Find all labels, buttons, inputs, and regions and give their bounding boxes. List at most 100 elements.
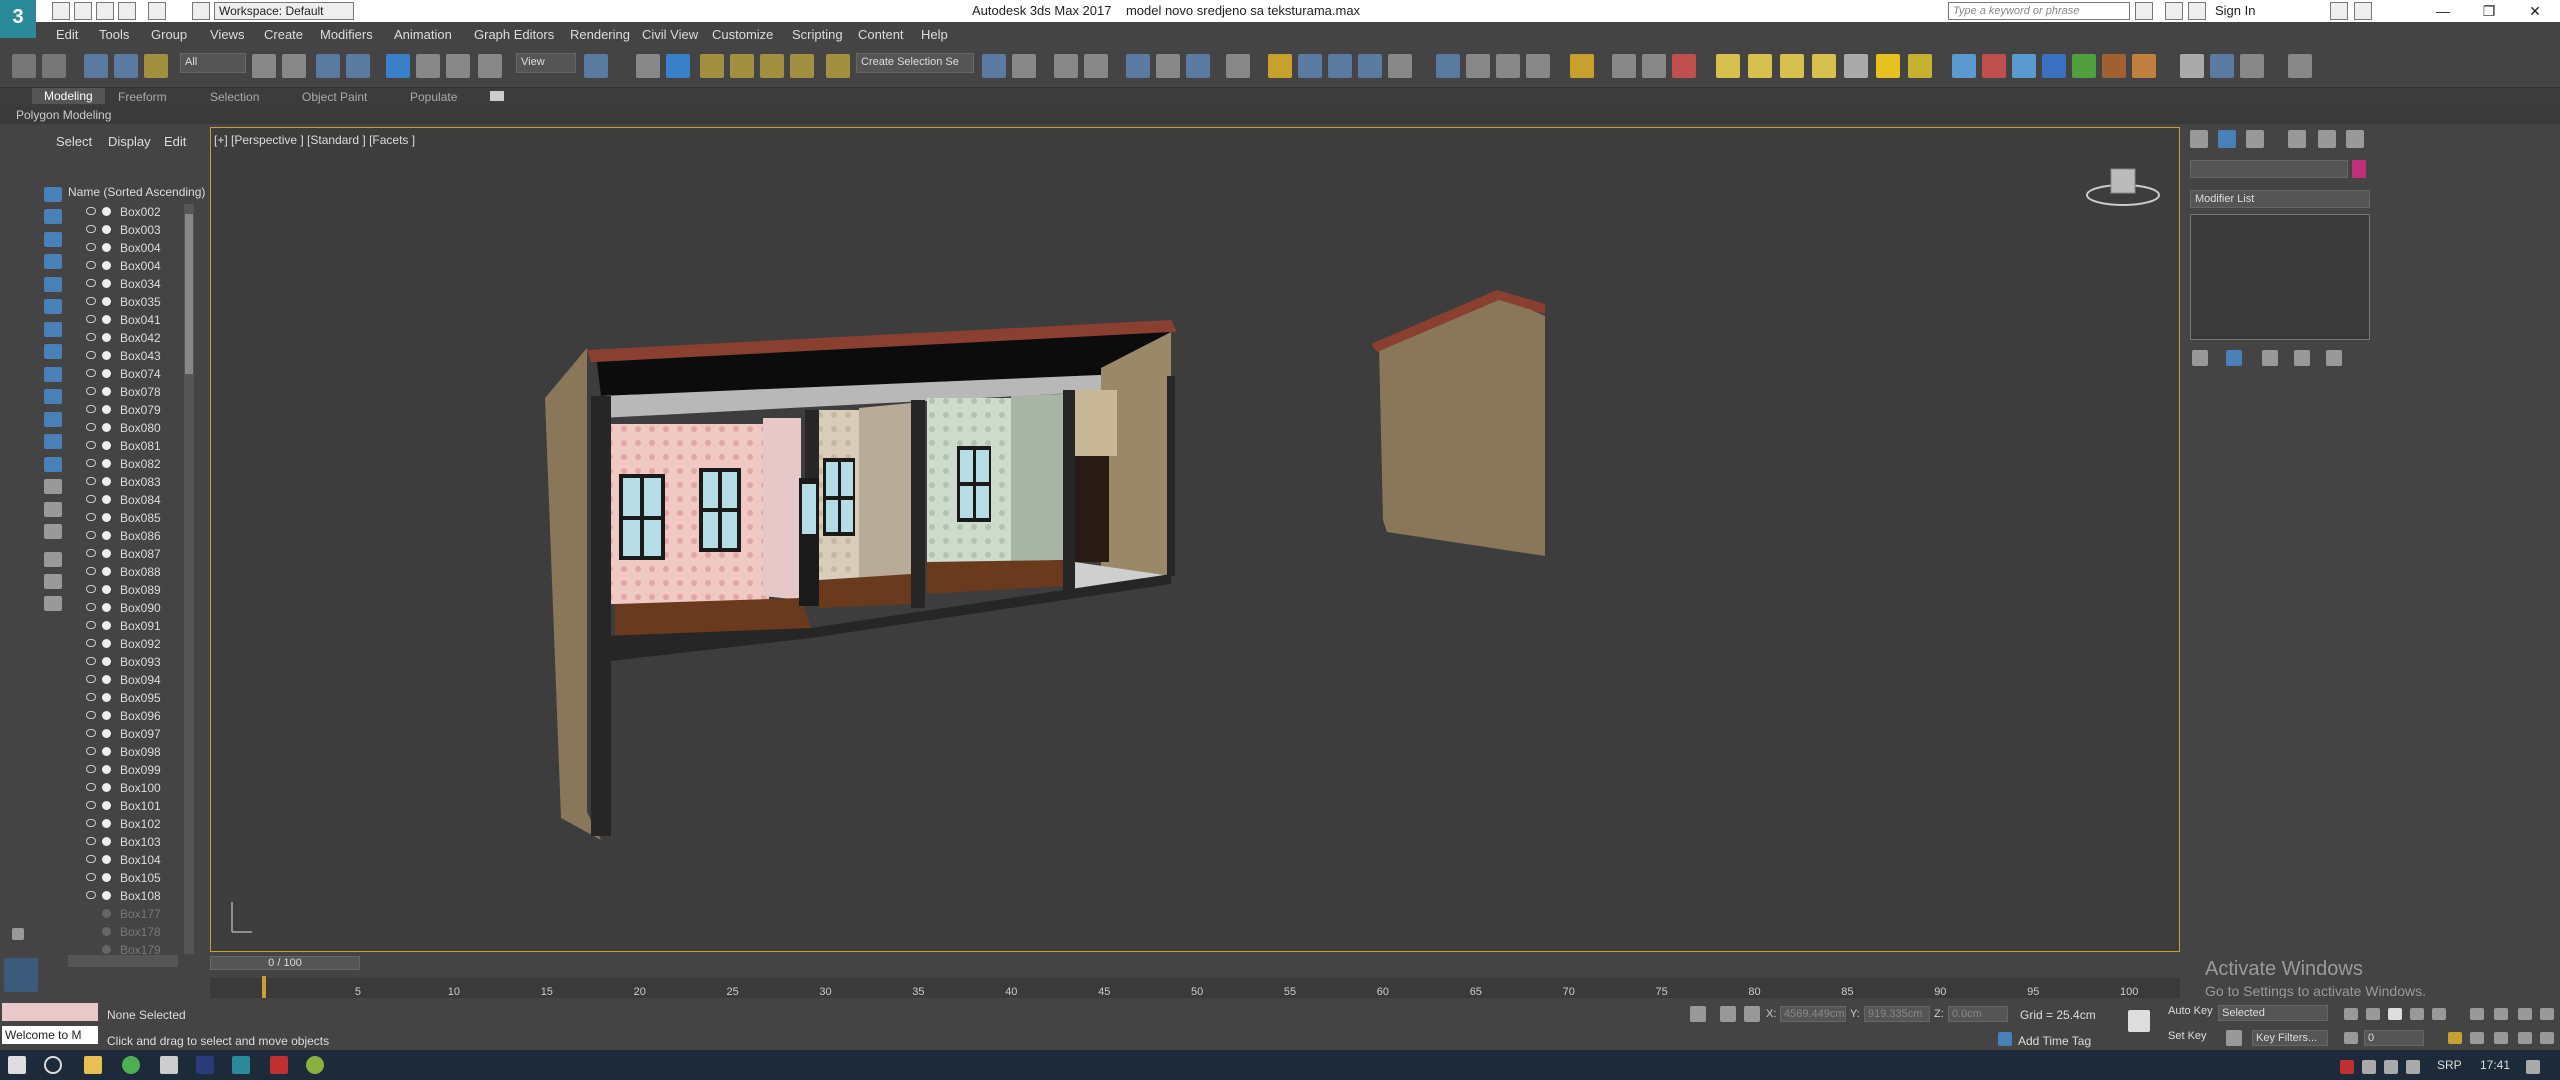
display-hidden-icon[interactable] — [44, 457, 62, 472]
configure-modifier-sets-icon[interactable] — [2326, 350, 2342, 366]
freeze-toggle-icon[interactable] — [102, 747, 111, 756]
pivot-center-icon[interactable] — [584, 54, 608, 78]
make-unique-icon[interactable] — [2262, 350, 2278, 366]
key-selection-dropdown[interactable]: Selected — [2218, 1005, 2328, 1021]
freeze-toggle-icon[interactable] — [102, 405, 111, 414]
viewport-label[interactable]: [+] [Perspective ] [Standard ] [Facets ] — [214, 133, 415, 147]
menu-views[interactable]: Views — [210, 27, 244, 42]
list-item[interactable]: Box097 — [80, 726, 190, 744]
list-item[interactable]: Box104 — [80, 852, 190, 870]
exchange-apps-icon[interactable] — [2330, 2, 2348, 20]
rotate-icon[interactable] — [416, 54, 440, 78]
schematic-view-icon[interactable] — [1186, 54, 1210, 78]
shaded-sphere-icon[interactable] — [2180, 54, 2204, 78]
visibility-eye-icon[interactable] — [86, 405, 96, 413]
list-item[interactable]: Box081 — [80, 438, 190, 456]
time-tag-icon[interactable] — [1998, 1032, 2012, 1046]
list-item[interactable]: Box094 — [80, 672, 190, 690]
zoom-extents-icon[interactable] — [2518, 1008, 2532, 1020]
edit-named-selection-icon[interactable] — [826, 54, 850, 78]
visibility-eye-icon[interactable] — [86, 549, 96, 557]
list-item[interactable]: Box093 — [80, 654, 190, 672]
list-item[interactable]: Box177 — [80, 906, 190, 924]
display-none-toggle-icon[interactable] — [44, 502, 62, 517]
freeze-toggle-icon[interactable] — [102, 315, 111, 324]
freeze-toggle-icon[interactable] — [102, 387, 111, 396]
app-logo-icon[interactable]: 3 — [0, 0, 36, 38]
windows-start-icon[interactable] — [8, 1056, 26, 1074]
freeze-toggle-icon[interactable] — [102, 693, 111, 702]
help-icon[interactable] — [2354, 2, 2372, 20]
visibility-eye-icon[interactable] — [86, 477, 96, 485]
menu-help[interactable]: Help — [921, 27, 948, 42]
tab-modeling[interactable]: Modeling — [32, 88, 105, 104]
sun-light-icon[interactable] — [1876, 54, 1900, 78]
visibility-eye-icon[interactable] — [86, 333, 96, 341]
clipboard-icon[interactable] — [2240, 54, 2264, 78]
freeze-toggle-icon[interactable] — [102, 729, 111, 738]
freeze-toggle-icon[interactable] — [102, 603, 111, 612]
freeze-toggle-icon[interactable] — [102, 621, 111, 630]
display-cameras-icon[interactable] — [44, 277, 62, 292]
visibility-eye-icon[interactable] — [86, 729, 96, 737]
orbit-icon[interactable] — [2518, 1032, 2532, 1044]
list-item[interactable]: Box088 — [80, 564, 190, 582]
scene-explorer-icon[interactable] — [1054, 54, 1078, 78]
snaps-toggle-icon[interactable] — [700, 54, 724, 78]
viewcube-icon[interactable] — [2085, 163, 2161, 211]
visibility-eye-icon[interactable] — [86, 279, 96, 287]
taskbar-search-icon[interactable] — [44, 1056, 62, 1074]
freeze-toggle-icon[interactable] — [102, 333, 111, 342]
menu-scripting[interactable]: Scripting — [792, 27, 843, 42]
new-file-icon[interactable] — [52, 2, 70, 20]
teapot-icon[interactable] — [1436, 54, 1460, 78]
freeze-toggle-icon[interactable] — [102, 927, 111, 936]
layer-icon[interactable] — [44, 596, 62, 611]
unlink-icon[interactable] — [114, 54, 138, 78]
freeze-toggle-icon[interactable] — [102, 225, 111, 234]
hair-fur-icon[interactable] — [2042, 54, 2066, 78]
list-item[interactable]: Box080 — [80, 420, 190, 438]
chrome-icon[interactable] — [122, 1056, 140, 1074]
space-warp-icon[interactable] — [1982, 54, 2006, 78]
sign-in-link[interactable]: Sign In — [2215, 3, 2255, 18]
tab-populate[interactable]: Populate — [410, 90, 457, 104]
list-item[interactable]: Box100 — [80, 780, 190, 798]
display-lights-icon[interactable] — [44, 254, 62, 269]
display-geometry-icon[interactable] — [44, 209, 62, 224]
render-message-icon[interactable] — [1672, 54, 1696, 78]
workspace-dropdown[interactable]: Workspace: Default — [214, 2, 354, 20]
subscription-icon[interactable] — [2165, 2, 2183, 20]
acrobat-icon[interactable] — [270, 1056, 288, 1074]
effects-icon[interactable] — [1526, 54, 1550, 78]
freeze-toggle-icon[interactable] — [102, 909, 111, 918]
visibility-eye-icon[interactable] — [86, 837, 96, 845]
render-iterative-icon[interactable] — [1358, 54, 1382, 78]
display-none-icon[interactable] — [44, 187, 62, 202]
list-item[interactable]: Box178 — [80, 924, 190, 942]
freeze-toggle-icon[interactable] — [102, 567, 111, 576]
filter-icon[interactable] — [44, 574, 62, 589]
visibility-eye-icon[interactable] — [86, 351, 96, 359]
display-helpers-icon[interactable] — [44, 299, 62, 314]
freeze-toggle-icon[interactable] — [102, 891, 111, 900]
visibility-eye-icon[interactable] — [86, 585, 96, 593]
play-icon[interactable] — [2388, 1008, 2402, 1020]
visibility-eye-icon[interactable] — [86, 369, 96, 377]
visibility-eye-icon[interactable] — [86, 657, 96, 665]
open-file-icon[interactable] — [74, 2, 92, 20]
visibility-eye-icon[interactable] — [86, 819, 96, 827]
freeze-toggle-icon[interactable] — [102, 765, 111, 774]
next-frame-icon[interactable] — [2410, 1008, 2424, 1020]
box-primitive-icon[interactable] — [1716, 54, 1740, 78]
freeze-toggle-icon[interactable] — [102, 657, 111, 666]
pan-view-icon[interactable] — [2494, 1032, 2508, 1044]
sphere-primitive-icon[interactable] — [1748, 54, 1772, 78]
freeze-toggle-icon[interactable] — [102, 855, 111, 864]
project-folder-icon[interactable] — [192, 2, 210, 20]
visibility-eye-icon[interactable] — [86, 207, 96, 215]
visibility-eye-icon[interactable] — [86, 423, 96, 431]
list-item[interactable]: Box074 — [80, 366, 190, 384]
tray-volume-icon[interactable] — [2406, 1060, 2420, 1074]
visibility-eye-icon[interactable] — [86, 891, 96, 899]
